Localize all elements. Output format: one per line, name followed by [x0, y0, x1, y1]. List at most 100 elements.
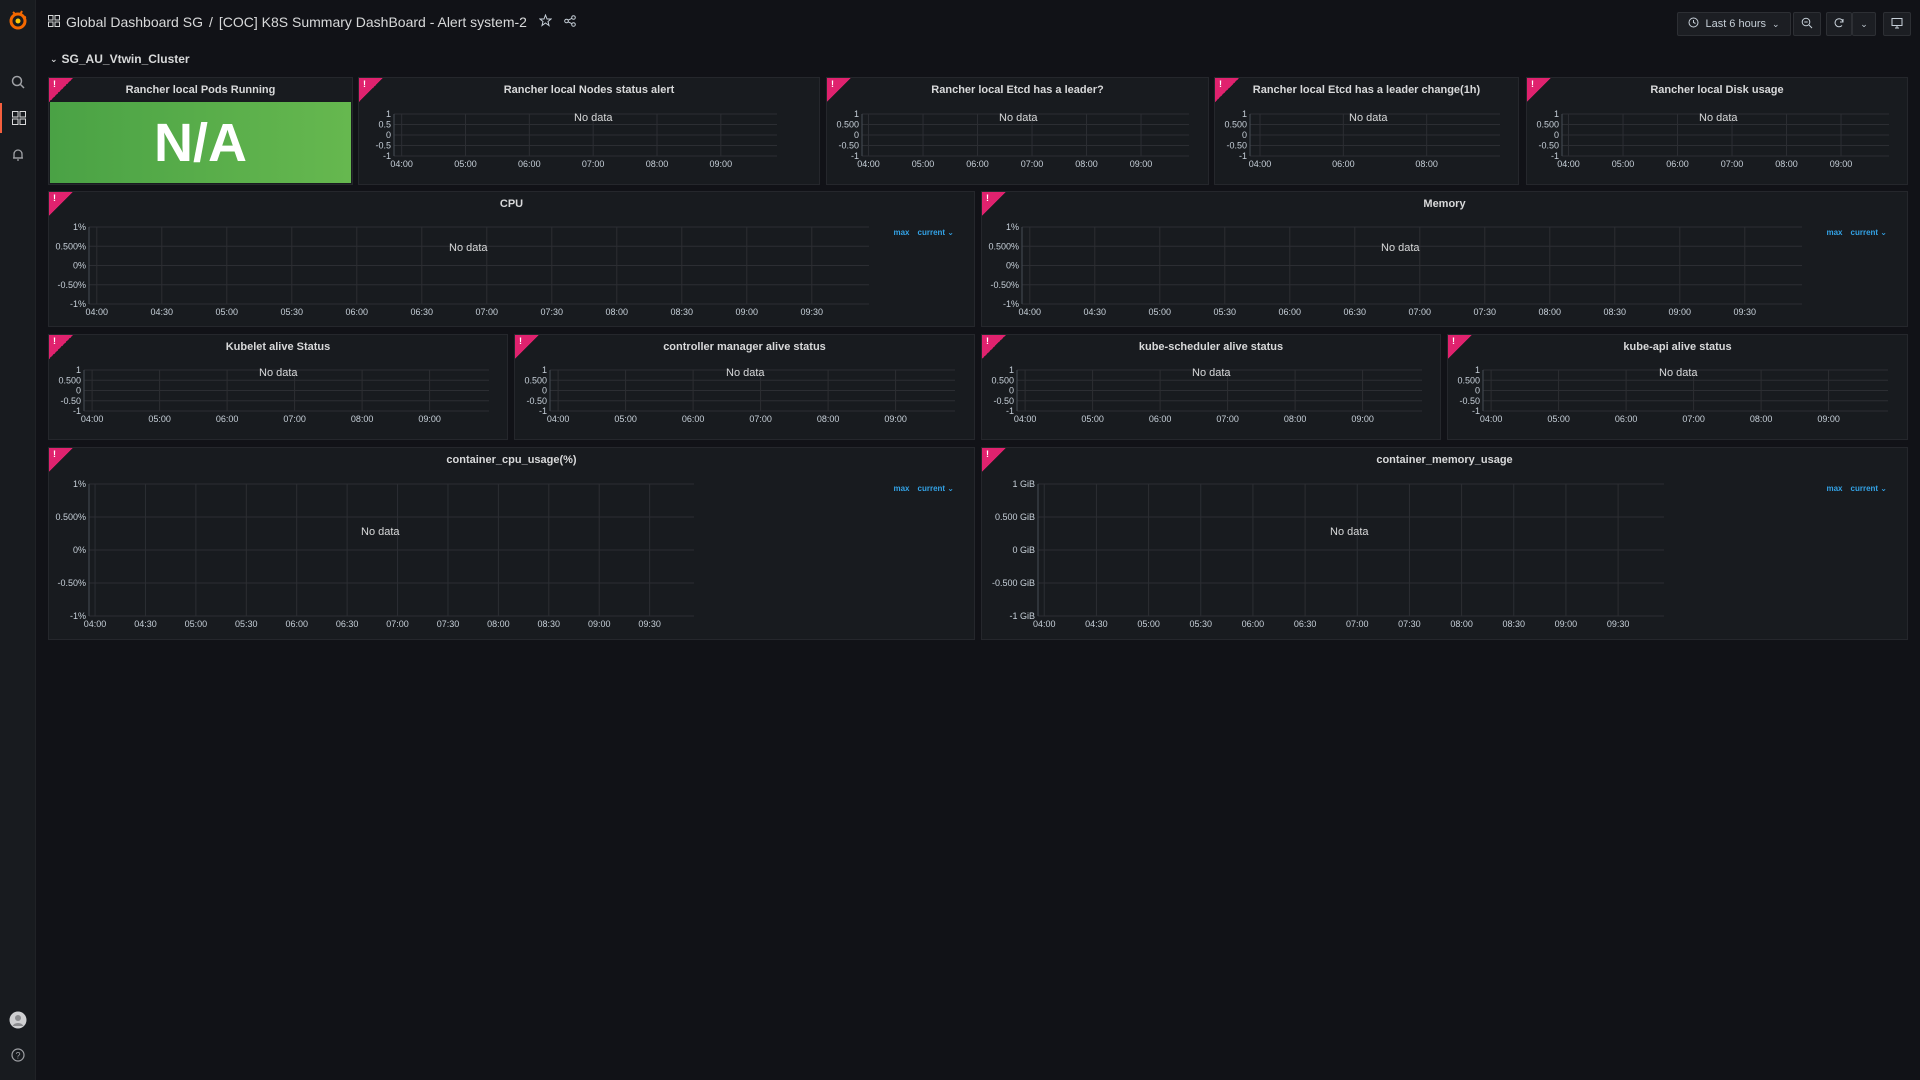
time-range-label: Last 6 hours	[1705, 18, 1766, 30]
x-axis-tick-label: 08:30	[538, 619, 561, 629]
y-axis-tick-label: -0.50	[1226, 141, 1247, 151]
x-axis-tick-label: 07:00	[582, 159, 605, 169]
graph-plot-area[interactable]: 10.50-0.5-104:00 05:00 06:00 07:00 08:00 09:0…	[359, 78, 819, 184]
x-axis-tick-label: 07:00	[1346, 619, 1369, 629]
y-axis-tick-label: 0	[1475, 386, 1480, 396]
svg-text:?: ?	[15, 1051, 20, 1061]
graph-plot-area[interactable]: 1 GiB 0.500 GiB 0 GiB -0.500 GiB -1 GiB04:00…	[982, 448, 1907, 639]
no-data-message: No data	[999, 112, 1038, 124]
row-header-toggle[interactable]: ⌄ SG_AU_Vtwin_Cluster	[50, 52, 190, 66]
y-axis-tick-label: -0.50%	[57, 578, 86, 588]
x-axis-tick-label: 07:00	[1216, 414, 1239, 424]
panel-rancher-etcd-leader-change[interactable]: ! Rancher local Etcd has a leader change(…	[1214, 77, 1519, 185]
legend-sort-current[interactable]: current ⌄	[918, 484, 955, 493]
legend-sort-current[interactable]: current ⌄	[1851, 484, 1888, 493]
panel-rancher-etcd-leader[interactable]: ! Rancher local Etcd has a leader? 1 0.500 0…	[826, 77, 1209, 185]
panel-title[interactable]: Rancher local Pods Running	[49, 84, 352, 96]
x-axis-tick-label: 09:30	[801, 307, 824, 317]
y-axis-tick-label: 0.500	[991, 375, 1014, 385]
legend-sort-max[interactable]: max	[1826, 484, 1842, 493]
share-icon[interactable]	[564, 14, 576, 30]
x-axis-tick-label: 06:30	[336, 619, 359, 629]
x-axis-tick-label: 07:30	[1474, 307, 1497, 317]
panel-container-cpu-usage[interactable]: ! container_cpu_usage(%) 1% 0.500% 0% -0.50% -…	[48, 447, 975, 640]
graph-plot-area[interactable]: 1%0.500%0%-0.50%-1%04:00 04:30 05:00 05:30 0…	[49, 448, 974, 639]
x-axis-tick-label: 04:30	[1084, 307, 1107, 317]
x-axis-tick-label: 09:00	[1351, 414, 1374, 424]
panel-memory[interactable]: ! Memory 1% 0.500% 0% -0.50% -1% 04:00 04:30 05:0…	[981, 191, 1908, 327]
x-axis-tick-label: 07:00	[1409, 307, 1432, 317]
x-axis-tick-label: 07:30	[437, 619, 460, 629]
y-axis-tick-label: -1%	[70, 299, 86, 309]
refresh-button[interactable]	[1826, 12, 1852, 36]
panel-cpu[interactable]: ! CPU 1% 0.500% 0% -0.50% -1% 04:00 04:30 05:00 05…	[48, 191, 975, 327]
graph-plot-area[interactable]: 1%0.500%0%-0.50%-1%04:00 04:30 05:00 05:30 0…	[49, 192, 974, 326]
graph-plot-area[interactable]: 1%0.500%0%-0.50%-1%04:00 04:30 05:00 05:30 0…	[982, 192, 1907, 326]
legend-sort-max[interactable]: max	[893, 484, 909, 493]
panel-kube-scheduler-alive[interactable]: ! kube-scheduler alive status 1 0.500 0 -0.50…	[981, 334, 1441, 440]
graph-plot-area[interactable]: 10.5000-0.50-104:00 05:00 06:00 07:00 08:00 0…	[827, 78, 1208, 184]
x-axis-tick-label: 07:00	[1721, 159, 1744, 169]
x-axis-tick-label: 06:00	[966, 159, 989, 169]
no-data-message: No data	[259, 367, 298, 379]
help-icon[interactable]: ?	[0, 1040, 36, 1070]
dashboard-title[interactable]: [COC] K8S Summary DashBoard - Alert syst…	[219, 14, 527, 30]
y-axis-tick-label: 0%	[73, 545, 86, 555]
y-axis-tick-label: 0	[386, 130, 391, 140]
graph-plot-area[interactable]: 10.5000-0.50-104:00 05:00 06:00 07:00 08:00 0…	[1527, 78, 1907, 184]
x-axis-tick-label: 06:30	[1294, 619, 1317, 629]
y-axis-tick-label: -1	[1239, 151, 1247, 161]
no-data-message: No data	[1349, 112, 1388, 124]
y-axis-tick-label: 0.500%	[55, 512, 86, 522]
x-axis-tick-label: 09:00	[884, 414, 907, 424]
x-axis-tick-label: 06:30	[411, 307, 434, 317]
search-icon[interactable]	[0, 67, 36, 97]
y-axis-tick-label: 0.5	[378, 120, 391, 130]
x-axis-tick-label: 06:00	[1149, 414, 1172, 424]
panel-rancher-pods-running[interactable]: ! Rancher local Pods Running N/A	[48, 77, 353, 185]
panel-container-memory-usage[interactable]: ! container_memory_usage 1 GiB 0.500 GiB 0 G…	[981, 447, 1908, 640]
x-axis-tick-label: 09:00	[1669, 307, 1692, 317]
legend-sort-max[interactable]: max	[893, 228, 909, 237]
breadcrumb-folder[interactable]: Global Dashboard SG	[66, 14, 203, 30]
y-axis-tick-label: 0%	[73, 261, 86, 271]
panel-kube-api-alive[interactable]: ! kube-api alive status 1 0.500 0 -0.50 -1 04:0…	[1447, 334, 1908, 440]
x-axis-tick-label: 08:30	[671, 307, 694, 317]
legend-sort-current[interactable]: current ⌄	[918, 228, 955, 237]
x-axis-tick-label: 08:00	[1775, 159, 1798, 169]
tv-mode-button[interactable]	[1883, 12, 1911, 36]
y-axis-tick-label: 1%	[73, 222, 86, 232]
legend-sort-max[interactable]: max	[1826, 228, 1842, 237]
no-data-message: No data	[726, 367, 765, 379]
panel-controller-manager-alive[interactable]: ! controller manager alive status 1 0.500 0-…	[514, 334, 975, 440]
chevron-down-icon: ⌄	[1860, 18, 1868, 29]
graph-plot-area[interactable]: 10.5000-0.50-104:00 05:00 06:00 07:00 08:00 0…	[1448, 335, 1907, 439]
time-picker-button[interactable]: Last 6 hours ⌄	[1677, 12, 1791, 36]
dashboards-icon[interactable]	[0, 103, 36, 133]
x-axis-tick-label: 05:00	[148, 414, 171, 424]
legend-sort-current[interactable]: current ⌄	[1851, 228, 1888, 237]
y-axis-tick-label: 0	[1554, 130, 1559, 140]
y-axis-tick-label: 1	[76, 365, 81, 375]
y-axis-tick-label: -0.50%	[990, 280, 1019, 290]
user-avatar-icon[interactable]	[0, 1005, 36, 1035]
no-data-message: No data	[1192, 367, 1231, 379]
graph-plot-area[interactable]: 10.5000-0.50-104:00 05:00 06:00 07:00 08:00 0…	[49, 335, 507, 439]
x-axis-tick-label: 07:00	[283, 414, 306, 424]
graph-plot-area[interactable]: 10.5000-0.50-104:00 05:00 06:00 07:00 08:00 0…	[515, 335, 974, 439]
x-axis-tick-label: 06:00	[216, 414, 239, 424]
graph-plot-area[interactable]: 10.5000-0.50-104:00 06:00 08:00	[1215, 78, 1518, 184]
x-axis-tick-label: 08:00	[606, 307, 629, 317]
zoom-out-button[interactable]	[1793, 12, 1821, 36]
graph-plot-area[interactable]: 10.5000-0.50-104:00 05:00 06:00 07:00 08:00 0…	[982, 335, 1440, 439]
row-title: SG_AU_Vtwin_Cluster	[61, 52, 190, 66]
panel-rancher-nodes-status[interactable]: ! Rancher local Nodes status alert 1 0.5 0 -0…	[358, 77, 820, 185]
refresh-interval-dropdown[interactable]: ⌄	[1852, 12, 1876, 36]
panel-kubelet-alive[interactable]: ! Kubelet alive Status 1 0.500 0 -0.50 -1 04:00…	[48, 334, 508, 440]
alerting-bell-icon[interactable]	[0, 140, 36, 170]
panel-rancher-disk-usage[interactable]: ! Rancher local Disk usage 1 0.500 0 -0.50 -1 0…	[1526, 77, 1908, 185]
grafana-logo-icon[interactable]	[0, 4, 36, 36]
y-axis-tick-label: 1 GiB	[1012, 479, 1035, 489]
chevron-down-icon: ⌄	[1772, 18, 1780, 29]
star-icon[interactable]	[538, 13, 553, 30]
